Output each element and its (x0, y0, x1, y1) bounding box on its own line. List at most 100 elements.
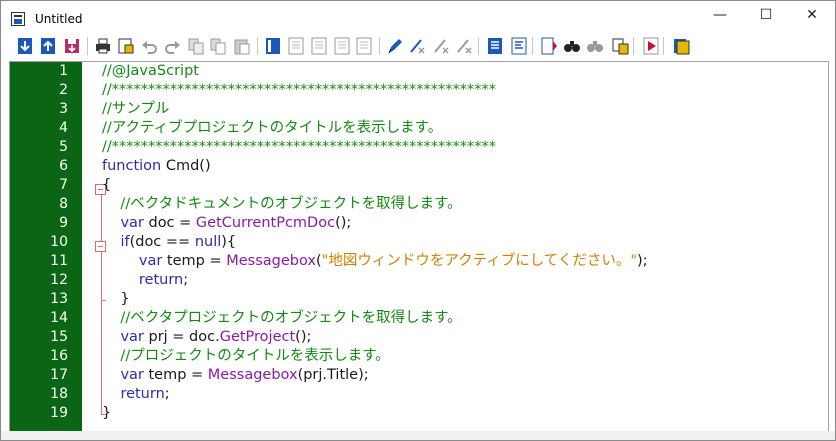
code-token-func: Messagebox (226, 253, 316, 269)
list-button[interactable] (263, 36, 283, 56)
line-number: 19 (50, 405, 68, 421)
bookmark-next-icon (309, 36, 329, 56)
outdent-icon (509, 36, 529, 56)
bookmark-next-button[interactable] (309, 36, 329, 56)
script-button[interactable] (539, 36, 559, 56)
code-token-plain: temp = (143, 367, 208, 383)
script-editor-window: Untitled — ☐ ✕ 1 2 3 4 5 6 7 8 9 10 11 12 13 14 15 16 17… (0, 0, 836, 441)
line-number: 16 (50, 348, 68, 364)
minimize-button[interactable]: — (697, 1, 743, 31)
find-button[interactable] (562, 36, 582, 56)
line-number: 11 (50, 253, 68, 269)
code-line: //ベクタプロジェクトのオブジェクトを取得します。 (102, 309, 462, 328)
toolbar-separator (663, 37, 664, 55)
import-icon (15, 36, 35, 56)
redo-button[interactable] (163, 36, 183, 56)
line-number: 5 (59, 139, 68, 155)
code-line: var doc = GetCurrentPcmDoc(); (102, 214, 351, 233)
copy-button[interactable] (208, 36, 228, 56)
pen-icon (385, 36, 405, 56)
code-token-comment: //サンプル (102, 101, 170, 117)
help-icon (671, 36, 691, 56)
code-line: } (102, 404, 111, 423)
undo-button[interactable] (139, 36, 159, 56)
line-number: 8 (59, 196, 68, 212)
code-token-plain: { (102, 177, 112, 193)
code-token-kw: var (120, 215, 144, 231)
code-line: return; (102, 271, 188, 290)
redo-icon (163, 36, 183, 56)
code-token-func: GetCurrentPcmDoc (195, 215, 336, 231)
breakpoint-toggle-button[interactable] (431, 36, 451, 56)
title-bar[interactable]: Untitled — ☐ ✕ (1, 1, 835, 34)
code-area[interactable]: //@JavaScript //*************************… (102, 62, 828, 431)
window-title: Untitled (35, 12, 83, 26)
code-line: //アクティブプロジェクトのタイトルを表示します。 (102, 119, 442, 138)
code-line: var prj = doc.GetProject(); (102, 328, 311, 347)
bookmark-button[interactable] (286, 36, 306, 56)
code-line: //**************************************… (102, 138, 496, 157)
breakpoint-clear-button[interactable] (454, 36, 474, 56)
code-line: //ベクタドキュメントのオブジェクトを取得します。 (102, 195, 462, 214)
run-icon (641, 36, 661, 56)
line-number: 12 (50, 272, 68, 288)
code-token-plain: ); (637, 253, 648, 269)
line-number: 9 (59, 215, 68, 231)
maximize-button[interactable]: ☐ (743, 1, 789, 31)
toolbar-separator (633, 37, 634, 55)
line-number: 2 (59, 82, 68, 98)
code-token-str: "地図ウィンドウをアクティブにしてください。" (321, 253, 638, 269)
cut-button[interactable] (186, 36, 206, 56)
list-icon (263, 36, 283, 56)
bookmark-clear-button[interactable] (354, 36, 374, 56)
code-token-plain: temp = (162, 253, 227, 269)
print-button[interactable] (93, 36, 113, 56)
close-button[interactable]: ✕ (789, 1, 835, 31)
line-number: 1 (59, 63, 68, 79)
save-button[interactable] (62, 36, 82, 56)
code-editor[interactable]: 1 2 3 4 5 6 7 8 9 10 11 12 13 14 15 16 17 18 19 //@JavaScr… (9, 61, 829, 432)
code-token-comment: //ベクタプロジェクトのオブジェクトを取得します。 (102, 310, 462, 326)
paste-button[interactable] (232, 36, 252, 56)
code-line: var temp = Messagebox(prj.Title); (102, 366, 369, 385)
code-token-plain: (); (295, 329, 312, 345)
code-token-plain: (prj.Title); (297, 367, 369, 383)
line-number: 10 (50, 234, 68, 250)
code-token-plain: } (102, 405, 112, 421)
pen-button[interactable] (385, 36, 405, 56)
code-line: var temp = Messagebox("地図ウィンドウをアクティブにしてく… (102, 252, 648, 271)
code-line: //プロジェクトのタイトルを表示します。 (102, 347, 389, 366)
import-button[interactable] (15, 36, 35, 56)
line-number: 7 (59, 177, 68, 193)
help-button[interactable] (671, 36, 691, 56)
line-number: 18 (50, 386, 68, 402)
print-preview-icon (115, 36, 135, 56)
toolbar-separator (532, 37, 533, 55)
breakpoint-button[interactable] (407, 36, 427, 56)
code-token-plain: (doc == (129, 234, 195, 250)
line-number-gutter: 1 2 3 4 5 6 7 8 9 10 11 12 13 14 15 16 17 18 19 (10, 62, 82, 431)
code-token-plain: doc = (143, 215, 196, 231)
paste-icon (232, 36, 252, 56)
code-line: function Cmd() (102, 157, 211, 176)
code-token-plain: (); (335, 215, 352, 231)
indent-button[interactable] (485, 36, 505, 56)
code-token-comment: //ベクタドキュメントのオブジェクトを取得します。 (102, 196, 462, 212)
toolbar-separator (257, 37, 258, 55)
code-token-comment: //**************************************… (102, 139, 497, 155)
bookmark-prev-button[interactable] (332, 36, 352, 56)
find-next-button[interactable] (585, 36, 605, 56)
export-button[interactable] (38, 36, 58, 56)
run-button[interactable] (641, 36, 661, 56)
breakpoint-clear-icon (454, 36, 474, 56)
replace-icon (610, 36, 630, 56)
code-token-kw: if (120, 234, 130, 250)
print-preview-button[interactable] (115, 36, 135, 56)
outdent-button[interactable] (509, 36, 529, 56)
find-next-icon (585, 36, 605, 56)
replace-button[interactable] (610, 36, 630, 56)
code-token-kw: var (138, 253, 163, 269)
breakpoint-icon (407, 36, 427, 56)
code-token-func: GetProject (219, 329, 296, 345)
